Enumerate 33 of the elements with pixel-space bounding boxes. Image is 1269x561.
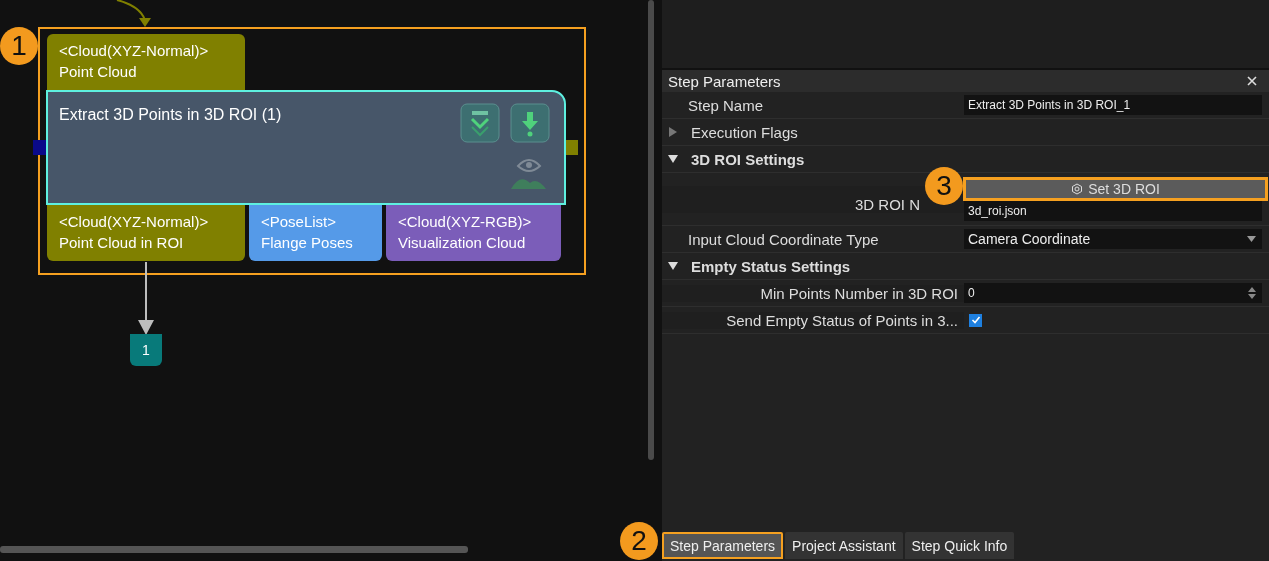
- text-field[interactable]: Extract 3D Points in 3D ROI_1: [964, 95, 1262, 115]
- expanded-arrow-icon[interactable]: [668, 261, 678, 271]
- number-field[interactable]: 0: [964, 283, 1262, 303]
- close-icon[interactable]: [1247, 76, 1257, 86]
- input-port[interactable]: <Cloud(XYZ-Normal)> Point Cloud: [47, 34, 245, 90]
- output-marker[interactable]: 1: [130, 334, 162, 366]
- panel-tab[interactable]: Project Assistant: [785, 532, 903, 559]
- parameter-label: Step Name: [687, 96, 765, 114]
- download-icon[interactable]: [510, 103, 550, 143]
- hexagon-icon: [1071, 182, 1084, 195]
- panel-tab[interactable]: Step Quick Info: [904, 532, 1015, 559]
- set-roi-button[interactable]: Set 3D ROI: [964, 177, 1267, 200]
- parameter-label: Input Cloud Coordinate Type: [687, 230, 880, 248]
- node-title: Extract 3D Points in 3D ROI (1): [59, 106, 282, 124]
- file-field[interactable]: 3d_roi.json: [964, 200, 1262, 221]
- dropdown[interactable]: Camera Coordinate: [964, 229, 1262, 249]
- scrollbar[interactable]: [648, 0, 654, 460]
- group-label[interactable]: Empty Status Settings: [691, 257, 851, 275]
- group-label[interactable]: Execution Flags: [691, 123, 798, 141]
- dropdown-arrow-icon[interactable]: [1247, 236, 1256, 242]
- spin-arrows-icon[interactable]: [1248, 286, 1256, 300]
- group-label[interactable]: 3D ROI Settings: [691, 150, 805, 168]
- port-handle[interactable]: [33, 140, 47, 155]
- output-port[interactable]: <Cloud(XYZ-RGB)> Visualization Cloud: [386, 205, 561, 261]
- panel-title: Step Parameters: [668, 72, 781, 90]
- expanded-arrow-icon[interactable]: [668, 154, 678, 164]
- output-port[interactable]: <Cloud(XYZ-Normal)> Point Cloud in ROI: [47, 205, 245, 261]
- scrollbar[interactable]: [0, 546, 468, 553]
- panel-tab[interactable]: Step Parameters: [662, 532, 784, 559]
- checkbox[interactable]: [969, 313, 982, 327]
- chevrons-icon[interactable]: [460, 103, 500, 143]
- collapsed-arrow-icon[interactable]: [668, 127, 678, 137]
- step-node[interactable]: Extract 3D Points in 3D ROI (1): [46, 90, 566, 205]
